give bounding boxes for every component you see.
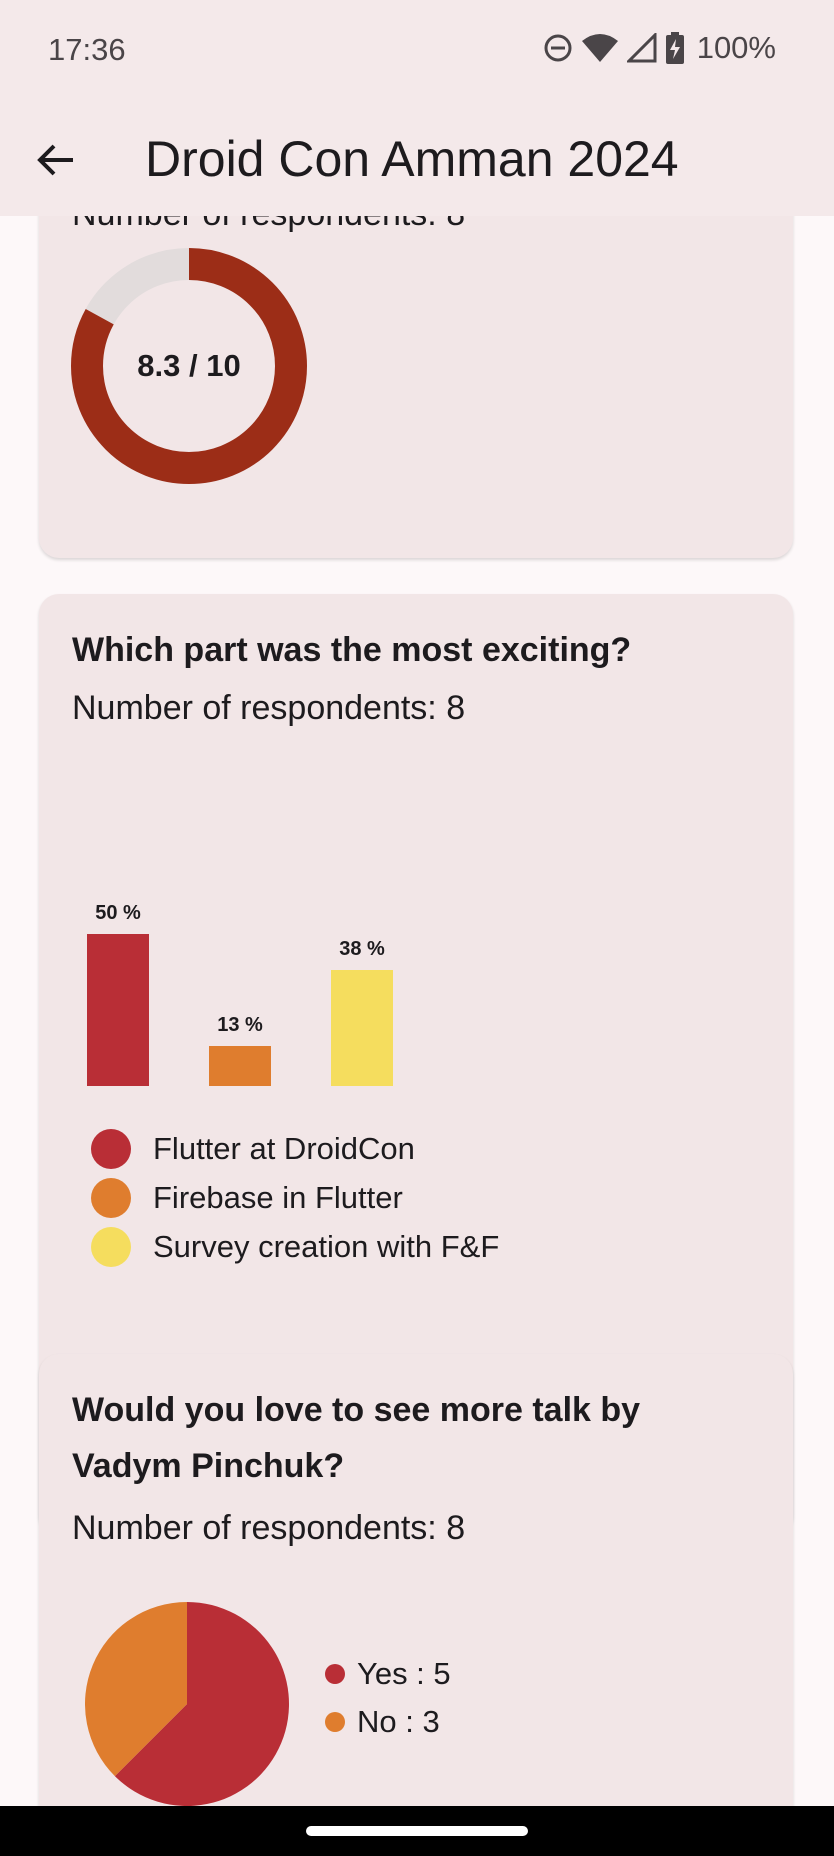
legend-item: Firebase in Flutter <box>91 1173 499 1222</box>
legend-item: Flutter at DroidCon <box>91 1124 499 1173</box>
bar-1 <box>87 933 149 1086</box>
bar-data-label: 50 % <box>95 901 141 924</box>
legend-dot-icon <box>91 1177 131 1218</box>
survey-results-list[interactable]: Number of respondents: 8 8.3 / 10 Which … <box>0 216 834 1806</box>
score-label: 8.3 / 10 <box>137 348 241 383</box>
legend-label: No : 3 <box>357 1704 440 1739</box>
back-button[interactable] <box>32 136 80 184</box>
respondents-count: Number of respondents: 8 <box>72 689 466 727</box>
pie-chart-card: Would you love to see more talk by Vadym… <box>39 1354 793 1806</box>
battery-charging-icon <box>665 32 685 64</box>
bar-data-label: 38 % <box>339 938 385 961</box>
respondents-count: Number of respondents: 8 <box>72 1509 466 1547</box>
legend-label: Yes : 5 <box>357 1656 451 1691</box>
bar-chart-legend: Flutter at DroidCon Firebase in Flutter Su… <box>91 1124 499 1271</box>
arrow-back-icon <box>37 144 73 176</box>
legend-dot-icon <box>91 1128 131 1169</box>
legend-dot-icon <box>325 1664 345 1684</box>
legend-label: Flutter at DroidCon <box>153 1130 415 1166</box>
do-not-disturb-icon <box>543 33 573 63</box>
signal-icon <box>626 33 657 63</box>
page-title: Droid Con Amman 2024 <box>145 131 679 187</box>
home-gesture-handle[interactable] <box>306 1826 528 1836</box>
legend-dot-icon <box>325 1712 345 1732</box>
status-icons: 100% <box>543 30 776 66</box>
legend-item: Yes : 5 <box>325 1650 451 1698</box>
status-time: 17:36 <box>48 32 126 67</box>
bar-2 <box>209 1046 271 1086</box>
bar-3 <box>331 970 393 1086</box>
score-card: Number of respondents: 8 8.3 / 10 <box>39 216 793 558</box>
bar-data-label: 13 % <box>217 1014 263 1037</box>
battery-percentage: 100% <box>696 30 776 65</box>
pie-chart <box>85 1602 289 1806</box>
question-title: Which part was the most exciting? <box>72 631 632 669</box>
system-navigation-bar <box>0 1806 834 1856</box>
legend-dot-icon <box>91 1226 131 1267</box>
question-title: Would you love to see more talk by Vadym… <box>72 1391 641 1485</box>
legend-item: Survey creation with F&F <box>91 1222 499 1271</box>
wifi-icon <box>581 33 619 63</box>
legend-label: Survey creation with F&F <box>153 1228 500 1264</box>
respondents-count: Number of respondents: 8 <box>72 216 465 242</box>
top-app-bar: 17:36 100% Droid Con Amman 2024 <box>0 0 834 216</box>
legend-item: No : 3 <box>325 1698 451 1746</box>
pie-chart-legend: Yes : 5 No : 3 <box>325 1650 451 1746</box>
legend-label: Firebase in Flutter <box>153 1179 403 1215</box>
